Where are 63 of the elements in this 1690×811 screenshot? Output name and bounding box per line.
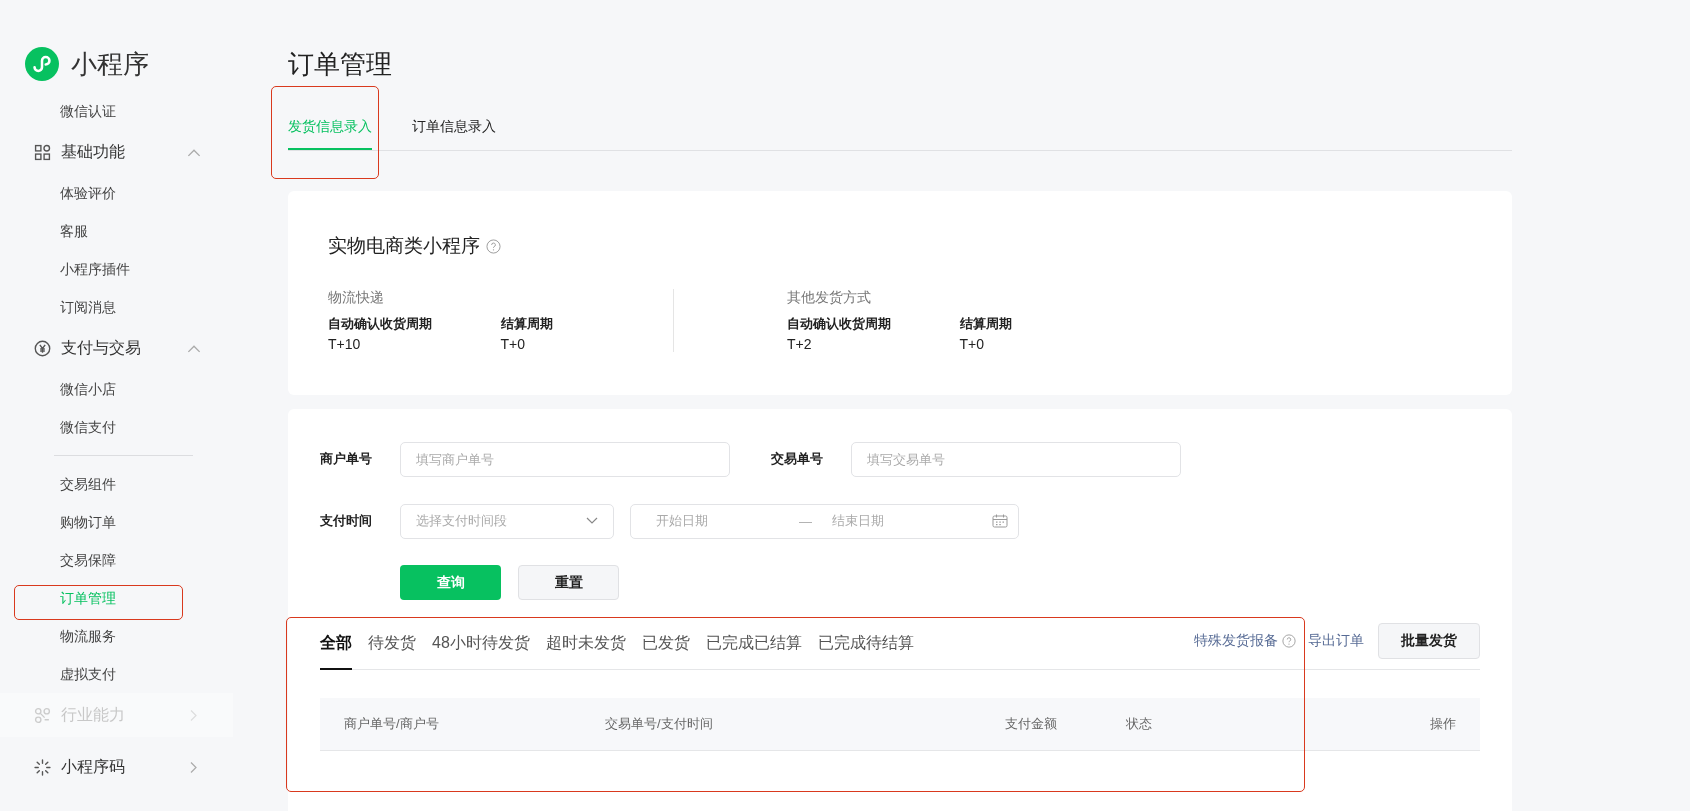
column-header: 操作 [1430,715,1456,733]
field-value: T+0 [959,336,985,352]
card-title: 实物电商类小程序 [328,234,480,258]
special-report-link[interactable]: 特殊发货报备 [1194,632,1278,650]
field-label: 交易单号 [771,450,824,468]
sidebar-item[interactable]: 订阅消息 [0,288,233,326]
sidebar-item[interactable]: 物流服务 [0,617,233,655]
sidebar-item[interactable]: 微信支付 [0,408,233,446]
calendar-icon [992,514,1008,528]
status-tab[interactable]: 已完成待结算 [817,633,914,670]
sidebar-item[interactable]: 小程序插件 [0,250,233,288]
status-tab[interactable]: 已发货 [641,633,690,670]
sidebar-item[interactable]: 客服 [0,212,233,250]
sidebar-group[interactable]: 支付与交易 [0,326,233,370]
page-title: 订单管理 [288,48,393,81]
tab[interactable]: 订单信息录入 [412,114,496,150]
export-link[interactable]: 导出订单 [1308,632,1364,650]
group-label: 其他发货方式 [787,289,872,307]
field-label: 自动确认收货周期 [328,315,433,333]
sidebar-group[interactable]: 基础功能 [0,130,233,174]
field-label: 结算周期 [500,315,554,333]
chevron-down-icon [586,517,598,525]
help-icon[interactable] [1282,634,1296,648]
reset-button[interactable]: 重置 [518,565,619,600]
sidebar-item[interactable]: 交易保障 [0,541,233,579]
field-label: 支付时间 [320,512,373,530]
sidebar-item[interactable]: 购物订单 [0,503,233,541]
sidebar-item[interactable]: 虚拟支付 [0,655,233,693]
column-header: 商户单号/商户号 [344,715,439,733]
chevron-up-icon [187,147,201,157]
grid-icon [34,143,51,161]
chevron-right-icon [190,708,198,722]
burst-icon [34,758,51,776]
field-value: T+2 [787,336,813,352]
column-header: 状态 [1126,715,1152,733]
column-header: 支付金额 [1005,715,1057,733]
status-tab[interactable]: 48小时待发货 [432,633,530,670]
help-icon[interactable] [486,238,501,254]
field-value: T+0 [500,336,526,352]
status-tab[interactable]: 待发货 [368,633,416,670]
chevron-up-icon [187,343,201,353]
status-tab[interactable]: 超时未发货 [545,633,626,670]
nodes-icon [34,706,51,724]
sidebar-item[interactable]: 交易组件 [0,465,233,503]
status-tab[interactable]: 已完成已结算 [705,633,802,670]
logo-icon [25,47,59,81]
field-label: 自动确认收货周期 [787,315,892,333]
sidebar-item[interactable]: 体验评价 [0,174,233,212]
field-value: T+10 [328,336,362,352]
trade-number-field[interactable]: 填写交易单号 [851,441,1181,477]
merchant-number-field[interactable]: 填写商户单号 [400,441,730,477]
batch-ship-button[interactable]: 批量发货 [1378,623,1480,659]
sidebar-group[interactable]: 小程序码 [0,745,233,789]
field-label: 商户单号 [320,450,373,468]
status-tab[interactable]: 全部 [320,633,352,670]
column-header: 交易单号/支付时间 [605,715,713,733]
logo-text: 小程序 [71,47,149,81]
sidebar-item[interactable]: 微信认证 [0,92,233,130]
sidebar-item[interactable]: 微信小店 [0,370,233,408]
yen-icon [34,339,51,357]
group-label: 物流快递 [328,289,385,307]
chevron-right-icon [190,760,198,774]
field-label: 结算周期 [959,315,1013,333]
